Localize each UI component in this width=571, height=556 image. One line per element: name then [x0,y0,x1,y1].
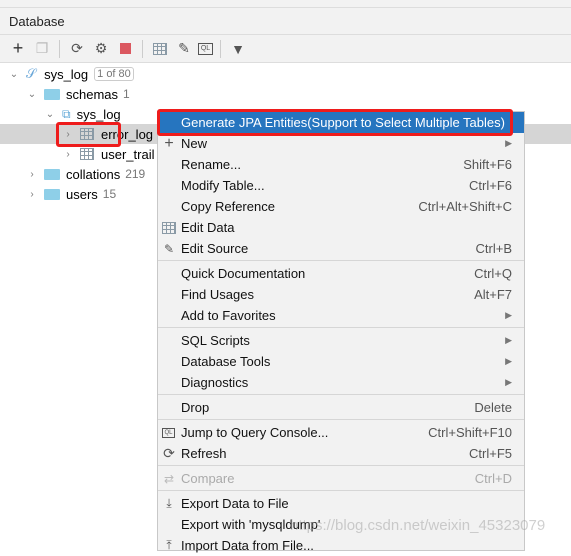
context-menu: Generate JPA Entities(Support to Select … [157,111,525,553]
menu-item-compare[interactable]: ⇄ Compare Ctrl+D [158,468,524,489]
query-console-icon[interactable]: QL [198,42,213,55]
annotation-box-menu-item [157,109,513,136]
upload-icon: ⤒ [166,538,172,552]
submenu-arrow-icon: ▶ [505,356,512,366]
item-count: 219 [125,167,146,181]
copy-icon[interactable]: ❐ [32,39,52,59]
folder-icon [44,88,60,100]
submenu-arrow-icon: ▶ [505,335,512,345]
plus-icon: + [164,134,174,152]
chevron-right-icon[interactable]: › [62,149,74,160]
folder-icon [44,188,60,200]
table-icon [162,221,176,235]
menu-item-quick-documentation[interactable]: Quick Documentation Ctrl+Q [158,263,524,284]
menu-item-rename[interactable]: Rename... Shift+F6 [158,154,524,175]
item-count: 15 [102,187,117,201]
menu-item-edit-source[interactable]: ✎ Edit Source Ctrl+B [158,238,524,259]
refresh-icon[interactable]: ⟳ [67,39,87,59]
tree-item-collations[interactable]: › collations 219 [26,164,145,184]
tree-item-schema[interactable]: ⌄ ⧉ sys_log [44,104,121,124]
compare-icon: ⇄ [163,471,175,486]
submenu-arrow-icon: ▶ [505,310,512,320]
count-badge: 1 of 80 [94,67,134,81]
panel-title: Database [9,14,65,29]
toolbar-divider [220,39,221,58]
menu-item-diagnostics[interactable]: Diagnostics ▶ [158,372,524,393]
menu-item-edit-data[interactable]: Edit Data [158,217,524,238]
menu-item-drop[interactable]: Drop Delete [158,397,524,418]
menu-item-modify-table[interactable]: Modify Table... Ctrl+F6 [158,175,524,196]
query-console-icon: QL [162,427,175,438]
submenu-arrow-icon: ▶ [505,377,512,387]
chevron-down-icon[interactable]: ⌄ [26,89,38,100]
table-icon [80,148,94,160]
schema-icon: ⧉ [62,106,71,121]
menu-item-copy-reference[interactable]: Copy Reference Ctrl+Alt+Shift+C [158,196,524,217]
toolbar: + ❐ ⟳ ⚙ ✎ QL ▼ [0,35,571,63]
filter-icon[interactable]: ▼ [228,39,248,59]
menu-item-import-data[interactable]: ⤒ Import Data from File... [158,535,524,556]
menu-item-sql-scripts[interactable]: SQL Scripts ▶ [158,330,524,351]
menu-item-add-to-favorites[interactable]: Add to Favorites ▶ [158,305,524,326]
stop-icon[interactable] [115,39,135,59]
pencil-icon: ✎ [163,241,175,256]
tree-item-label: users [66,186,98,202]
menu-item-refresh[interactable]: ⟳ Refresh Ctrl+F5 [158,443,524,464]
tree-item-users[interactable]: › users 15 [26,184,116,204]
menu-item-find-usages[interactable]: Find Usages Alt+F7 [158,284,524,305]
tree-item-label: user_trail [101,146,155,162]
table-icon[interactable] [150,39,170,59]
chevron-right-icon[interactable]: › [26,189,38,200]
tree-item-label: sys_log [76,106,121,122]
toolbar-divider [59,39,60,58]
toolbar-divider [142,39,143,58]
top-bar [0,0,571,8]
menu-item-jump-to-console[interactable]: QL Jump to Query Console... Ctrl+Shift+F10 [158,422,524,443]
panel-header: Database [0,8,571,35]
chevron-down-icon[interactable]: ⌄ [8,69,20,80]
tree-item-label: collations [66,166,121,182]
menu-item-export-data[interactable]: ⤓ Export Data to File [158,493,524,514]
tree-item-schemas[interactable]: ⌄ schemas 1 [26,84,130,104]
item-count: 1 [123,87,130,101]
chevron-right-icon[interactable]: › [26,169,38,180]
submenu-arrow-icon: ▶ [505,138,512,148]
annotation-box-table [56,122,121,147]
tree-item-label: sys_log [44,66,89,82]
settings-icon[interactable]: ⚙ [91,39,111,59]
edit-icon[interactable]: ✎ [174,39,194,59]
menu-item-database-tools[interactable]: Database Tools ▶ [158,351,524,372]
tree-item-table[interactable]: › user_trail [62,144,154,164]
tree-item-label: schemas [66,86,119,102]
menu-item-new[interactable]: + New ▶ [158,133,524,154]
chevron-down-icon[interactable]: ⌄ [44,109,56,120]
download-icon: ⤓ [166,496,172,510]
watermark: https://blog.csdn.net/weixin_45323079 [290,517,546,534]
folder-icon [44,168,60,180]
mysql-icon: 𝒮 [26,66,37,81]
tree-item-datasource[interactable]: ⌄ 𝒮 sys_log 1 of 80 [8,64,134,84]
refresh-icon: ⟳ [163,445,175,461]
plus-icon[interactable]: + [8,38,28,59]
